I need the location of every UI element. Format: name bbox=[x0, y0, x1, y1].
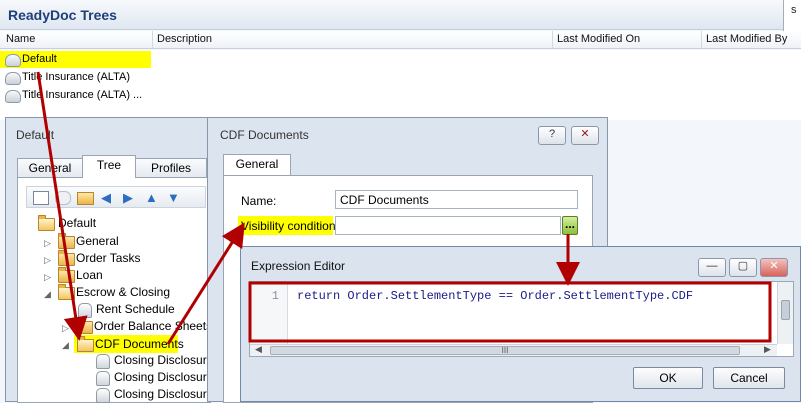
annotation-arrow-cdf bbox=[166, 222, 245, 345]
annotation-arrow-default bbox=[36, 71, 88, 341]
tab-tree[interactable]: Tree bbox=[82, 155, 136, 178]
annotation-box-code bbox=[248, 281, 772, 343]
annotation-overlay bbox=[36, 71, 772, 345]
